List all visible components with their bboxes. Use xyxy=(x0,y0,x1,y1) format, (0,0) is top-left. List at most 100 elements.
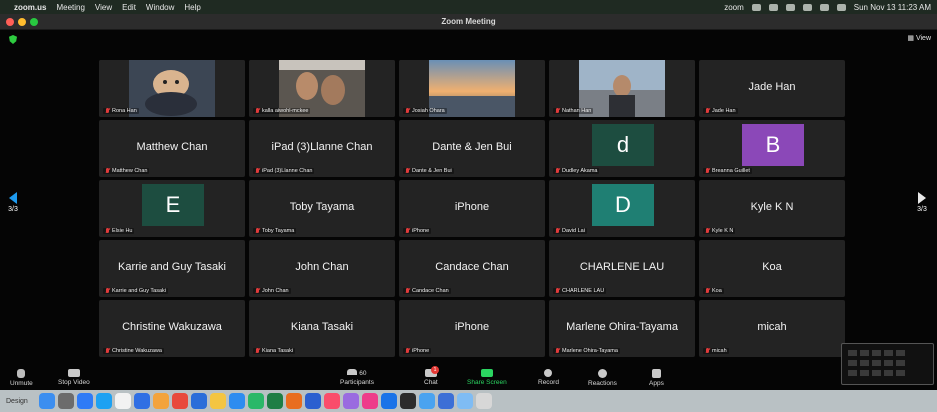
participant-name: Kiana Tasaki xyxy=(262,348,294,354)
participant-tile[interactable]: iPad (3)Llanne Chan iPad (3)Llanne Chan xyxy=(249,120,395,177)
excel-icon[interactable] xyxy=(266,393,283,409)
app-icon[interactable] xyxy=(152,393,169,409)
mic-muted-icon xyxy=(555,108,560,114)
menu-edit[interactable]: Edit xyxy=(122,3,136,12)
menu-view[interactable]: View xyxy=(95,3,112,12)
participant-tile[interactable]: Toby Tayama Toby Tayama xyxy=(249,180,395,237)
menu-window[interactable]: Window xyxy=(146,3,174,12)
app-icon[interactable] xyxy=(190,393,207,409)
participant-name-label: Dante & Jen Bui xyxy=(403,168,454,174)
participant-tile[interactable]: Candace Chan Candace Chan xyxy=(399,240,545,297)
battery-icon[interactable] xyxy=(802,3,812,11)
participant-display-name: John Chan xyxy=(295,261,349,273)
participant-tile[interactable]: d Dudley Akama xyxy=(549,120,695,177)
participant-display-name: CHARLENE LAU xyxy=(579,261,665,273)
app-icon[interactable] xyxy=(361,393,378,409)
participant-name-label: CHARLENE LAU xyxy=(553,288,607,294)
reactions-button[interactable]: Reactions xyxy=(588,369,617,387)
app-icon[interactable] xyxy=(76,393,93,409)
participant-tile[interactable]: Rona Han xyxy=(99,60,245,117)
app-icon[interactable] xyxy=(133,393,150,409)
app-icon[interactable] xyxy=(342,393,359,409)
participant-tile[interactable]: Karrie and Guy Tasaki Karrie and Guy Tas… xyxy=(99,240,245,297)
search-icon[interactable] xyxy=(819,3,829,11)
participant-tile[interactable]: B Breanna Guillet xyxy=(699,120,845,177)
participant-display-name: Kiana Tasaki xyxy=(290,321,354,333)
mic-muted-icon xyxy=(105,108,110,114)
participant-name-label: Dudley Akama xyxy=(553,168,600,174)
record-button[interactable]: Record xyxy=(538,369,559,386)
wifi-icon[interactable] xyxy=(751,3,761,11)
chat-button[interactable]: 1 Chat xyxy=(424,366,439,386)
security-shield-icon[interactable] xyxy=(9,35,17,44)
menu-meeting[interactable]: Meeting xyxy=(56,3,84,12)
bluetooth-icon[interactable] xyxy=(785,3,795,11)
app-icon[interactable] xyxy=(247,393,264,409)
apps-button[interactable]: Apps xyxy=(649,369,664,387)
participant-tile[interactable]: Matthew Chan Matthew Chan xyxy=(99,120,245,177)
trash-icon[interactable] xyxy=(475,393,492,409)
participant-tile[interactable]: Christine Wakuzawa Christine Wakuzawa xyxy=(99,300,245,357)
chrome-icon[interactable] xyxy=(171,393,188,409)
settings-icon[interactable] xyxy=(57,393,74,409)
unmute-button[interactable]: Unmute xyxy=(10,369,33,387)
finder-icon[interactable] xyxy=(38,393,55,409)
participant-tile[interactable]: Kyle K N Kyle K N xyxy=(699,180,845,237)
mail-icon[interactable] xyxy=(95,393,112,409)
participant-name: Matthew Chan xyxy=(112,168,148,174)
app-icon[interactable] xyxy=(437,393,454,409)
participant-tile[interactable]: D David Lai xyxy=(549,180,695,237)
app-icon[interactable] xyxy=(418,393,435,409)
participant-name-label: Nathan Han xyxy=(553,108,594,114)
participant-tile[interactable]: Kiana Tasaki Kiana Tasaki xyxy=(249,300,395,357)
stop-video-label: Stop Video xyxy=(58,379,90,386)
camera-icon xyxy=(67,369,80,377)
participant-tile[interactable]: micah micah xyxy=(699,300,845,357)
participant-tile[interactable]: iPhone iPhone xyxy=(399,180,545,237)
view-button[interactable]: ▦ View xyxy=(907,34,931,42)
notes-icon[interactable] xyxy=(209,393,226,409)
previous-page-button[interactable]: 3/3 xyxy=(4,192,22,213)
participant-tile[interactable]: Dante & Jen Bui Dante & Jen Bui xyxy=(399,120,545,177)
mic-muted-icon xyxy=(255,108,260,114)
downloads-icon[interactable] xyxy=(456,393,473,409)
participant-tile[interactable]: kalla aiwohl-mckee xyxy=(249,60,395,117)
view-button-label: View xyxy=(915,35,931,42)
participant-tile[interactable]: CHARLENE LAU CHARLENE LAU xyxy=(549,240,695,297)
participants-icon xyxy=(347,369,358,375)
participant-tile[interactable]: John Chan John Chan xyxy=(249,240,395,297)
app-icon[interactable] xyxy=(380,393,397,409)
mic-muted-icon xyxy=(555,288,560,294)
app-icon[interactable] xyxy=(285,393,302,409)
menu-clock[interactable]: Sun Nov 13 11:23 AM xyxy=(854,3,931,12)
self-view-thumbnail[interactable] xyxy=(841,343,934,385)
participant-tile[interactable]: Jade Han Jade Han xyxy=(699,60,845,117)
participant-tile[interactable]: E Elsie Hu xyxy=(99,180,245,237)
screen: zoom.us Meeting View Edit Window Help zo… xyxy=(0,0,937,412)
menu-help[interactable]: Help xyxy=(184,3,200,12)
calendar-icon[interactable] xyxy=(114,393,131,409)
participant-tile[interactable]: Koa Koa xyxy=(699,240,845,297)
thumbnail-tile xyxy=(884,350,893,356)
next-page-button[interactable]: 3/3 xyxy=(913,192,931,213)
participant-tile[interactable]: Marlene Ohira-Tayama Marlene Ohira-Tayam… xyxy=(549,300,695,357)
participant-tile[interactable]: Nathan Han xyxy=(549,60,695,117)
zoom-icon[interactable] xyxy=(228,393,245,409)
participant-tile[interactable]: iPhone iPhone xyxy=(399,300,545,357)
mic-muted-icon xyxy=(705,228,710,234)
zoom-menu-extra[interactable]: zoom xyxy=(724,3,744,12)
chevron-right-icon xyxy=(918,192,926,204)
participant-display-name: Marlene Ohira-Tayama xyxy=(566,321,678,333)
participant-tile[interactable]: Josiah Ohara xyxy=(399,60,545,117)
participant-name-label: iPhone xyxy=(403,348,432,354)
app-icon[interactable] xyxy=(399,393,416,409)
word-icon[interactable] xyxy=(304,393,321,409)
participants-button[interactable]: 60 Participants xyxy=(340,369,374,386)
music-icon[interactable] xyxy=(323,393,340,409)
stop-video-button[interactable]: Stop Video xyxy=(58,369,90,386)
share-screen-button[interactable]: Share Screen xyxy=(467,369,507,386)
participant-name: Dudley Akama xyxy=(562,168,598,174)
volume-icon[interactable] xyxy=(768,3,778,11)
menu-app-name[interactable]: zoom.us xyxy=(14,3,46,12)
control-center-icon[interactable] xyxy=(836,3,846,11)
